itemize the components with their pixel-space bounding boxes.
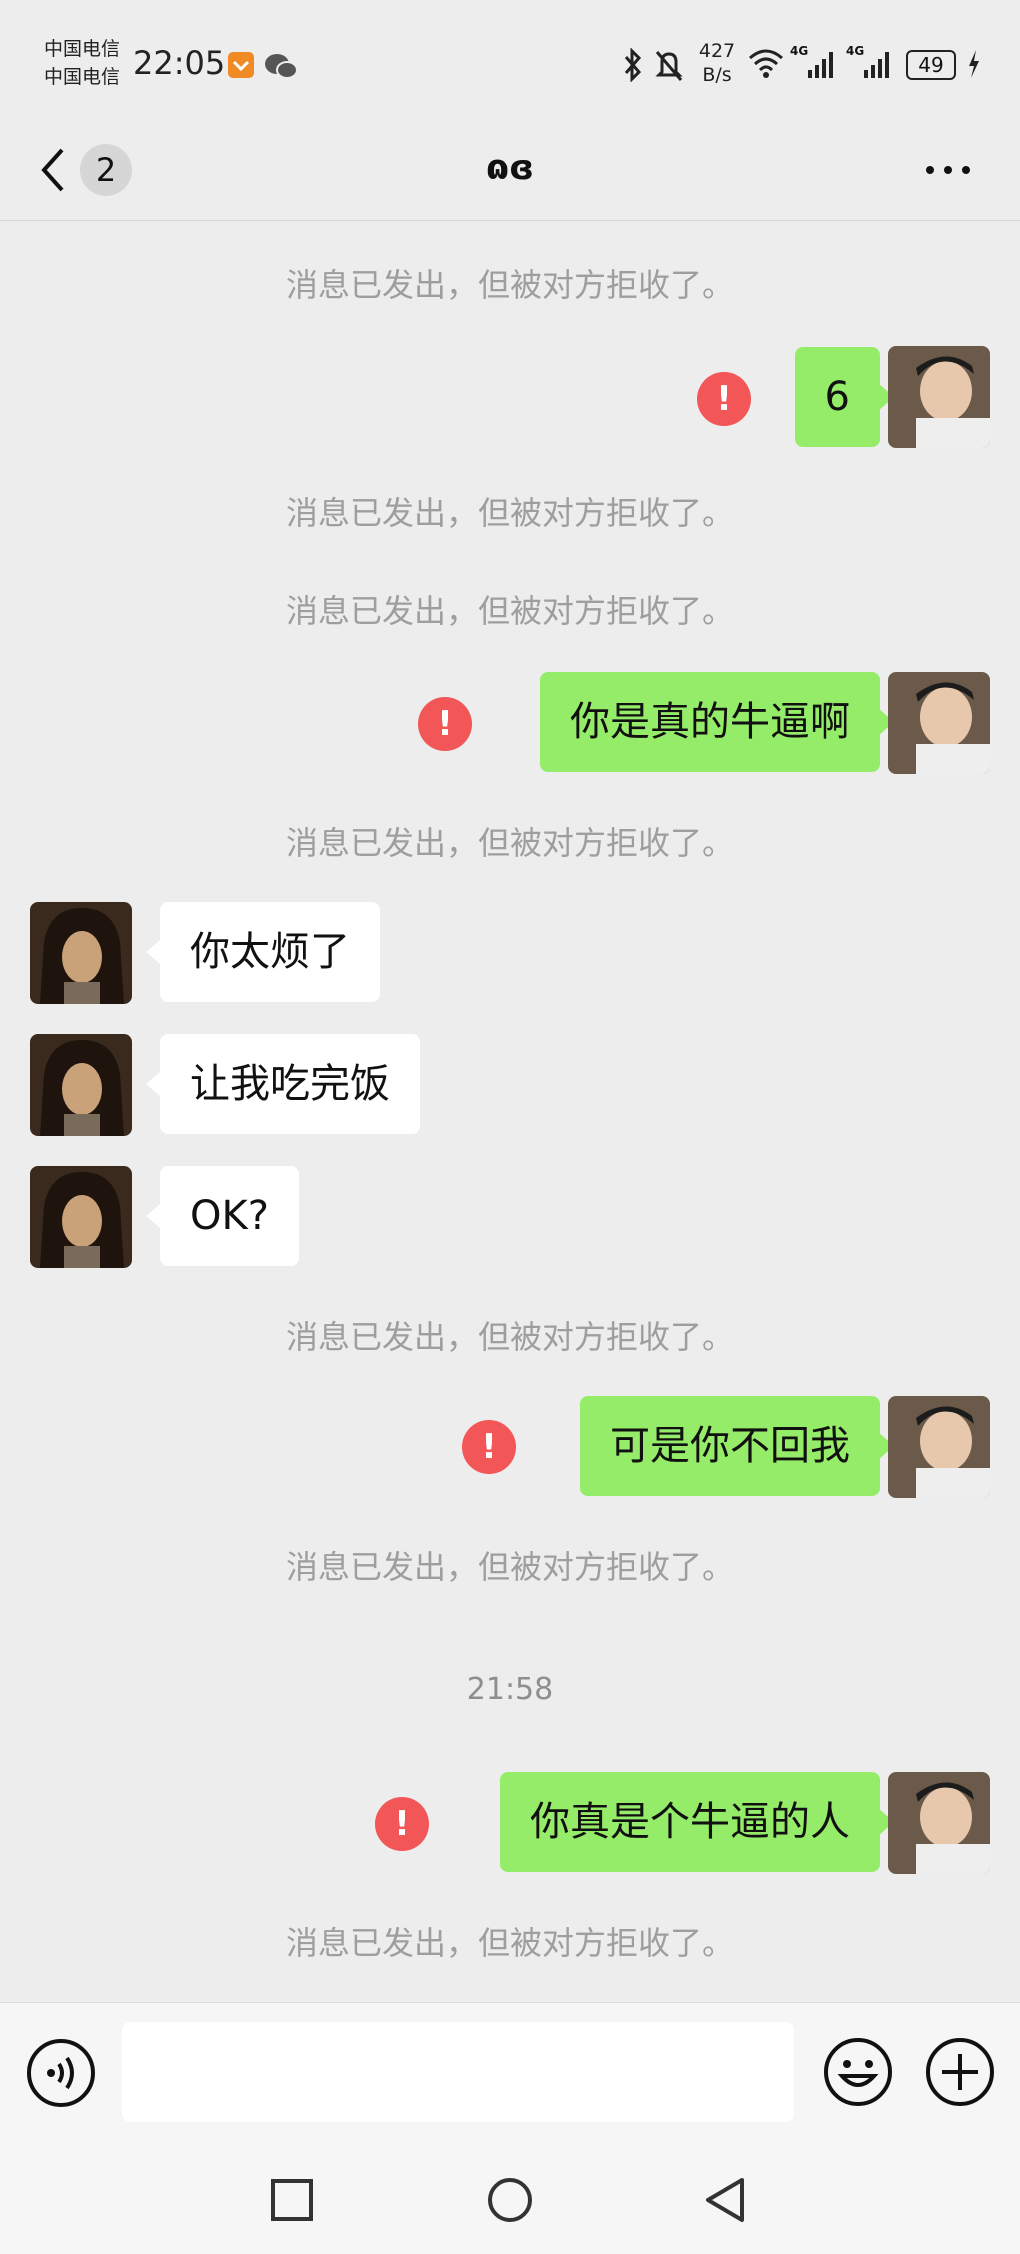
voice-icon <box>27 2039 95 2107</box>
message-input[interactable] <box>122 2022 794 2122</box>
contact-avatar[interactable] <box>30 1034 132 1136</box>
more-options-button[interactable] <box>920 152 980 188</box>
chat-title: ɷɞ <box>485 148 535 188</box>
system-notice: 消息已发出，但被对方拒收了。 <box>285 1318 734 1356</box>
system-notice: 消息已发出，但被对方拒收了。 <box>285 1548 734 1586</box>
back-nav-button[interactable] <box>702 2176 748 2224</box>
send-failed-icon[interactable]: ! <box>418 697 472 751</box>
unread-badge[interactable]: 2 <box>80 144 132 196</box>
contact-avatar[interactable] <box>30 1166 132 1268</box>
voice-button[interactable] <box>26 2038 96 2108</box>
carrier-2: 中国电信 <box>44 66 121 88</box>
circle-icon <box>488 2178 532 2222</box>
my-avatar[interactable] <box>888 1772 990 1874</box>
incoming-message[interactable]: 让我吃完饭 <box>146 1034 420 1134</box>
my-avatar[interactable] <box>888 672 990 774</box>
incoming-message[interactable]: OK? <box>146 1166 299 1266</box>
system-notice: 消息已发出，但被对方拒收了。 <box>285 824 734 862</box>
outgoing-message[interactable]: 6 <box>794 347 895 447</box>
signal-1-icon <box>806 48 838 84</box>
outgoing-message[interactable]: 你是真的牛逼啊 <box>540 672 894 772</box>
square-icon <box>271 2179 313 2221</box>
home-button[interactable] <box>486 2176 534 2224</box>
send-failed-icon[interactable]: ! <box>375 1797 429 1851</box>
emoji-button[interactable] <box>822 2036 894 2108</box>
plus-button[interactable] <box>924 2036 996 2108</box>
emoji-icon <box>824 2038 892 2106</box>
system-notice: 消息已发出，但被对方拒收了。 <box>285 592 734 630</box>
outgoing-message[interactable]: 你真是个牛逼的人 <box>500 1772 894 1872</box>
bluetooth-icon <box>622 47 644 86</box>
send-failed-icon[interactable]: ! <box>462 1420 516 1474</box>
status-bar: 中国电信 中国电信 22:05 427 B/s 4G 4G 49 <box>0 0 1020 120</box>
charging-icon <box>966 48 982 84</box>
incoming-message[interactable]: 你太烦了 <box>146 902 380 1002</box>
contact-avatar[interactable] <box>30 902 132 1004</box>
outgoing-message[interactable]: 可是你不回我 <box>580 1396 894 1496</box>
system-nav-bar <box>0 2144 1020 2254</box>
net-speed-value: 427 <box>698 40 736 62</box>
system-notice: 消息已发出，但被对方拒收了。 <box>285 494 734 532</box>
recents-button[interactable] <box>270 2178 314 2222</box>
app-notification-icon <box>228 52 254 78</box>
carrier-1: 中国电信 <box>44 38 121 60</box>
my-avatar[interactable] <box>888 1396 990 1498</box>
timestamp: 21:58 <box>466 1672 554 1707</box>
wifi-icon <box>748 48 784 82</box>
battery-indicator: 49 <box>906 50 956 80</box>
triangle-back-icon <box>706 2178 744 2222</box>
system-notice: 消息已发出，但被对方拒收了。 <box>285 1924 734 1962</box>
net-speed-unit: B/s <box>702 64 732 86</box>
signal-2-icon <box>862 48 894 84</box>
plus-icon <box>926 2038 994 2106</box>
status-time: 22:05 <box>133 44 226 82</box>
my-avatar[interactable] <box>888 346 990 448</box>
back-button[interactable] <box>36 142 72 198</box>
send-failed-icon[interactable]: ! <box>697 372 751 426</box>
wechat-notification-icon <box>264 52 298 84</box>
mute-icon <box>654 48 684 86</box>
chat-header: 2 ɷɞ <box>0 120 1020 221</box>
system-notice: 消息已发出，但被对方拒收了。 <box>285 266 734 304</box>
